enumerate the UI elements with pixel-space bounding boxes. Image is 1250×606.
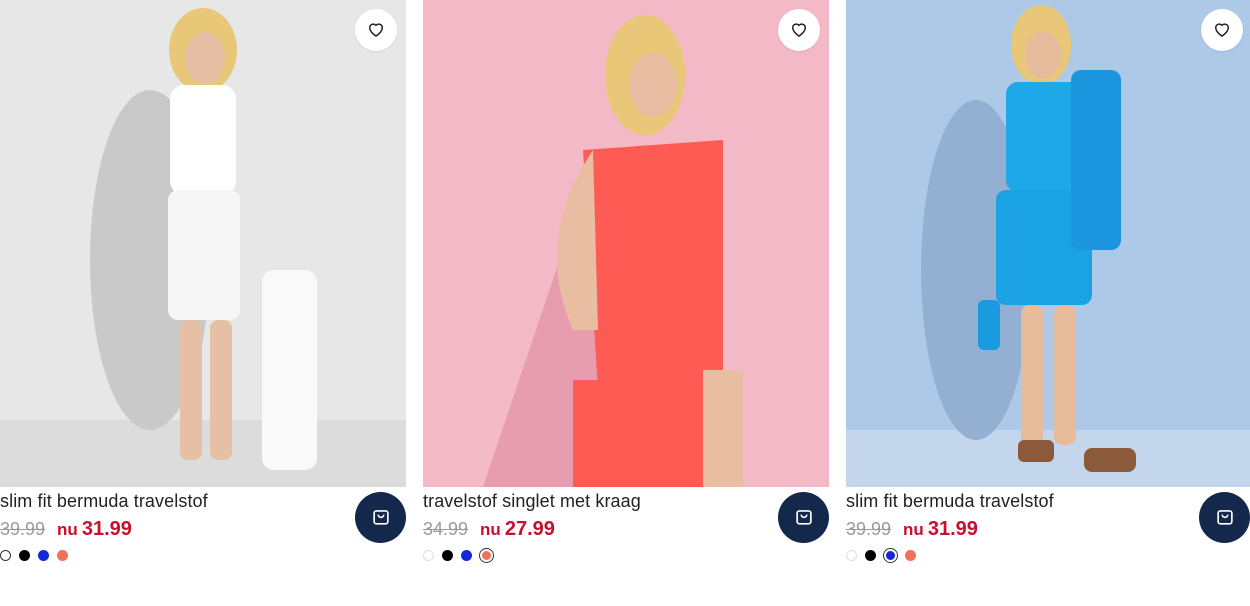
price-prefix: nu	[57, 520, 78, 539]
color-swatches	[0, 550, 76, 561]
price-prefix: nu	[903, 520, 924, 539]
shopping-bag-icon	[1214, 505, 1236, 530]
product-card[interactable]: slim fit bermuda travelstof 39.99 nu 31.99	[846, 0, 1250, 606]
heart-icon	[366, 19, 386, 42]
product-photo[interactable]	[423, 0, 829, 487]
color-swatches	[846, 548, 924, 563]
color-swatch-coral[interactable]	[905, 550, 916, 561]
old-price: 39.99	[0, 519, 46, 539]
price-prefix: nu	[480, 520, 501, 539]
color-swatch-white[interactable]	[846, 550, 857, 561]
color-swatches	[423, 548, 501, 563]
color-swatch-white[interactable]	[0, 550, 11, 561]
color-swatch-black[interactable]	[442, 550, 453, 561]
shopping-bag-icon	[793, 505, 815, 530]
sale-price: 27.99	[504, 518, 555, 540]
product-photo[interactable]	[846, 0, 1250, 487]
color-swatch-black[interactable]	[865, 550, 876, 561]
favorite-button[interactable]	[1201, 9, 1243, 51]
color-swatch-blue-selected[interactable]	[883, 548, 898, 563]
color-swatch-black[interactable]	[19, 550, 30, 561]
add-to-cart-button[interactable]	[355, 492, 406, 543]
product-title[interactable]: slim fit bermuda travelstof	[846, 491, 1054, 512]
color-swatch-coral-selected[interactable]	[479, 548, 494, 563]
add-to-cart-button[interactable]	[778, 492, 829, 543]
price-block: 39.99 nu 31.99	[0, 518, 132, 541]
heart-icon	[789, 19, 809, 42]
old-price: 39.99	[846, 519, 892, 539]
product-title[interactable]: slim fit bermuda travelstof	[0, 491, 208, 512]
heart-icon	[1212, 19, 1232, 42]
favorite-button[interactable]	[778, 9, 820, 51]
add-to-cart-button[interactable]	[1199, 492, 1250, 543]
sale-price: 31.99	[81, 518, 132, 540]
product-photo[interactable]	[0, 0, 406, 487]
shopping-bag-icon	[370, 505, 392, 530]
color-swatch-blue[interactable]	[461, 550, 472, 561]
color-swatch-white[interactable]	[423, 550, 434, 561]
old-price: 34.99	[423, 519, 469, 539]
color-swatch-blue[interactable]	[38, 550, 49, 561]
product-grid: slim fit bermuda travelstof 39.99 nu 31.99	[0, 0, 1250, 606]
favorite-button[interactable]	[355, 9, 397, 51]
product-card[interactable]: slim fit bermuda travelstof 39.99 nu 31.99	[0, 0, 406, 606]
price-block: 34.99 nu 27.99	[423, 518, 555, 541]
sale-price: 31.99	[927, 518, 978, 540]
product-title[interactable]: travelstof singlet met kraag	[423, 491, 641, 512]
product-card[interactable]: travelstof singlet met kraag 34.99 nu 27.9…	[423, 0, 829, 606]
price-block: 39.99 nu 31.99	[846, 518, 978, 541]
color-swatch-coral[interactable]	[57, 550, 68, 561]
